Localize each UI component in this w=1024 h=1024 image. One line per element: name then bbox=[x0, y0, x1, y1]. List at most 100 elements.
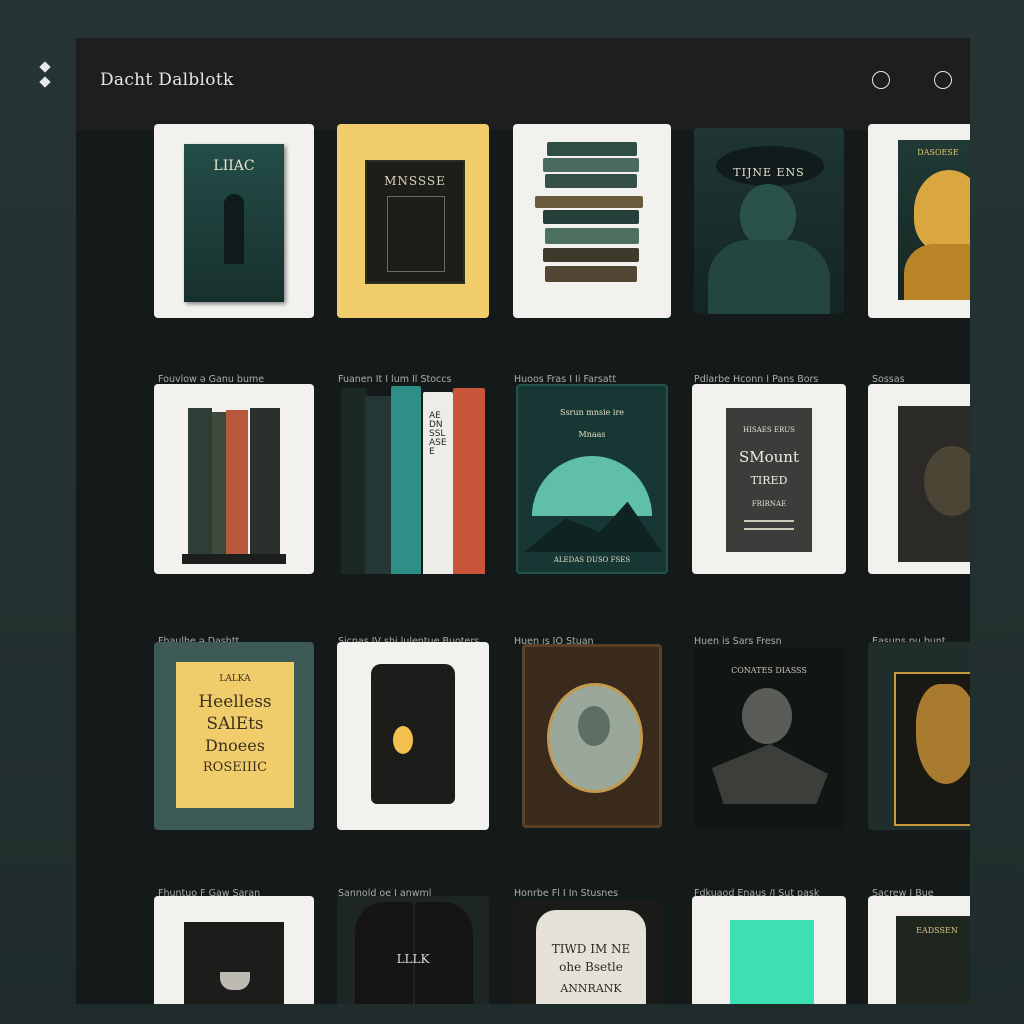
book-cover-line: ROSEIIIC bbox=[202, 760, 268, 775]
cup-icon bbox=[220, 972, 250, 990]
portrait-illustration bbox=[547, 683, 643, 793]
book-tile[interactable] bbox=[513, 124, 671, 318]
portrait-face bbox=[914, 170, 970, 252]
book-tile[interactable]: Ssrun mnsie ire Mnaas ALEDAS DUSO FSES bbox=[516, 384, 668, 574]
drapery-illustration bbox=[712, 744, 828, 804]
window-circle-button[interactable] bbox=[872, 71, 890, 89]
stacked-book bbox=[545, 266, 637, 282]
book-tile[interactable]: LIIAC bbox=[154, 124, 314, 318]
app-window: Dacht Dalblotk LIIAC Fouvlow ǝ Ganu bume… bbox=[76, 38, 970, 1004]
book-tile[interactable]: LLLK bbox=[337, 896, 489, 1004]
stacked-book bbox=[545, 228, 639, 244]
book-cover: HISAES ERUS SMount TIRED FRIRNAE bbox=[726, 408, 812, 552]
book-spine bbox=[226, 410, 248, 554]
book-spine bbox=[365, 396, 393, 574]
book-grid: LIIAC Fouvlow ǝ Ganu bume MNSSSE Fuanen … bbox=[76, 124, 970, 1004]
book-tile[interactable] bbox=[522, 644, 662, 828]
portrait-body bbox=[904, 244, 970, 300]
book-tile[interactable]: TIJNE ENS bbox=[694, 128, 844, 314]
book-tile[interactable]: MNSSSE bbox=[337, 124, 489, 318]
book-cover-footer: ANNRANK bbox=[560, 982, 622, 995]
book-cover-title: MNSSSE bbox=[384, 174, 446, 188]
app-title: Dacht Dalblotk bbox=[100, 70, 234, 90]
book-tile[interactable]: DASOESE bbox=[868, 124, 970, 318]
book-cover-subtitle: TIRED bbox=[750, 474, 788, 487]
menu-diamonds-icon[interactable] bbox=[38, 60, 54, 92]
book-cover-footer: ALEDAS DUSO FSES bbox=[553, 556, 631, 564]
book-cover-title: DASOESE bbox=[917, 148, 959, 157]
book-stand bbox=[182, 554, 286, 564]
planet-illustration bbox=[532, 456, 652, 516]
portrait-face bbox=[742, 688, 792, 744]
book-spine bbox=[212, 412, 226, 554]
book-cover-title: Heelless bbox=[198, 692, 272, 712]
book-tile[interactable]: AEDNSSLASEE bbox=[337, 384, 489, 574]
book-cover bbox=[730, 920, 814, 1004]
book-cover-title: SMount bbox=[738, 448, 799, 466]
book-cover: MNSSSE bbox=[365, 160, 465, 284]
book-spine bbox=[250, 408, 280, 554]
book-object bbox=[371, 664, 455, 804]
book-cover-title: LLLK bbox=[396, 952, 430, 966]
book-cover: LIIAC bbox=[184, 144, 284, 302]
diamond-icon bbox=[39, 61, 51, 73]
book-cover-title: EADSSEN bbox=[916, 926, 958, 935]
book-cover-subtitle: SAlEts bbox=[206, 714, 264, 734]
stacked-book bbox=[535, 196, 643, 208]
stacked-book bbox=[543, 158, 639, 172]
book-tile[interactable] bbox=[868, 384, 970, 574]
book-spine bbox=[391, 386, 421, 574]
book-cover-title: LIIAC bbox=[213, 158, 255, 174]
book-tile[interactable] bbox=[337, 642, 489, 830]
book-cover: DASOESE bbox=[898, 140, 970, 300]
book-cover-footer: FRIRNAE bbox=[751, 500, 787, 508]
book-cover-title: Ssrun mnsie ire bbox=[559, 408, 625, 417]
book-cover-title: TIWD IM NE bbox=[551, 942, 631, 956]
book-tile[interactable]: HISAES ERUS SMount TIRED FRIRNAE bbox=[692, 384, 846, 574]
book-cover bbox=[184, 922, 284, 1004]
portrait-face bbox=[916, 684, 970, 784]
book-cover bbox=[894, 672, 970, 826]
building-illustration bbox=[387, 196, 445, 272]
portrait-face bbox=[740, 184, 796, 248]
book-spine bbox=[341, 388, 367, 574]
book-caption: Huen is Sars Fresn bbox=[694, 636, 782, 647]
portrait-body bbox=[708, 240, 830, 314]
book-spine bbox=[188, 408, 212, 554]
stacked-book bbox=[543, 210, 639, 224]
book-cover bbox=[898, 406, 970, 562]
cover-rule bbox=[744, 520, 794, 522]
book-cover-subtitle: Mnaas bbox=[578, 430, 606, 439]
book-tile[interactable]: TIWD IM NE ohe Bsetle ANNRANK bbox=[512, 900, 664, 1004]
book-tile[interactable] bbox=[868, 642, 970, 830]
diamond-icon bbox=[39, 76, 51, 88]
book-tile[interactable] bbox=[692, 896, 846, 1004]
creature-illustration bbox=[924, 446, 970, 516]
book-cover-line: Dnoees bbox=[205, 736, 265, 755]
figure-silhouette bbox=[224, 194, 244, 264]
portrait-face bbox=[578, 706, 610, 746]
spine-text: AEDNSSLASEE bbox=[429, 411, 447, 457]
stacked-book bbox=[543, 248, 639, 262]
book-tile[interactable] bbox=[154, 384, 314, 574]
moon-icon bbox=[393, 726, 413, 754]
book-cover-head: HISAES ERUS bbox=[743, 426, 795, 434]
stacked-book bbox=[545, 174, 637, 188]
stacked-book bbox=[547, 142, 637, 156]
book-spine bbox=[453, 388, 485, 574]
cover-rule bbox=[744, 528, 794, 530]
book-tile[interactable]: EADSSEN bbox=[868, 896, 970, 1004]
book-tile[interactable]: CONATES DIASSS bbox=[694, 648, 844, 828]
book-cover: EADSSEN bbox=[896, 916, 970, 1004]
book-cover: TIWD IM NE ohe Bsetle ANNRANK bbox=[536, 910, 646, 1004]
book-spine: AEDNSSLASEE bbox=[423, 392, 453, 574]
book-cover-subtitle: ohe Bsetle bbox=[559, 960, 623, 974]
book-cover: LALKA Heelless SAlEts Dnoees ROSEIIIC bbox=[176, 662, 294, 808]
book-cover-title: TIJNE ENS bbox=[733, 166, 805, 179]
book-tile[interactable]: LALKA Heelless SAlEts Dnoees ROSEIIIC bbox=[154, 642, 314, 830]
book-cover-title: CONATES DIASSS bbox=[731, 666, 807, 675]
window-circle-button[interactable] bbox=[934, 71, 952, 89]
book-tile[interactable] bbox=[154, 896, 314, 1004]
book-cover-head: LALKA bbox=[219, 674, 251, 684]
titlebar: Dacht Dalblotk bbox=[76, 38, 970, 130]
